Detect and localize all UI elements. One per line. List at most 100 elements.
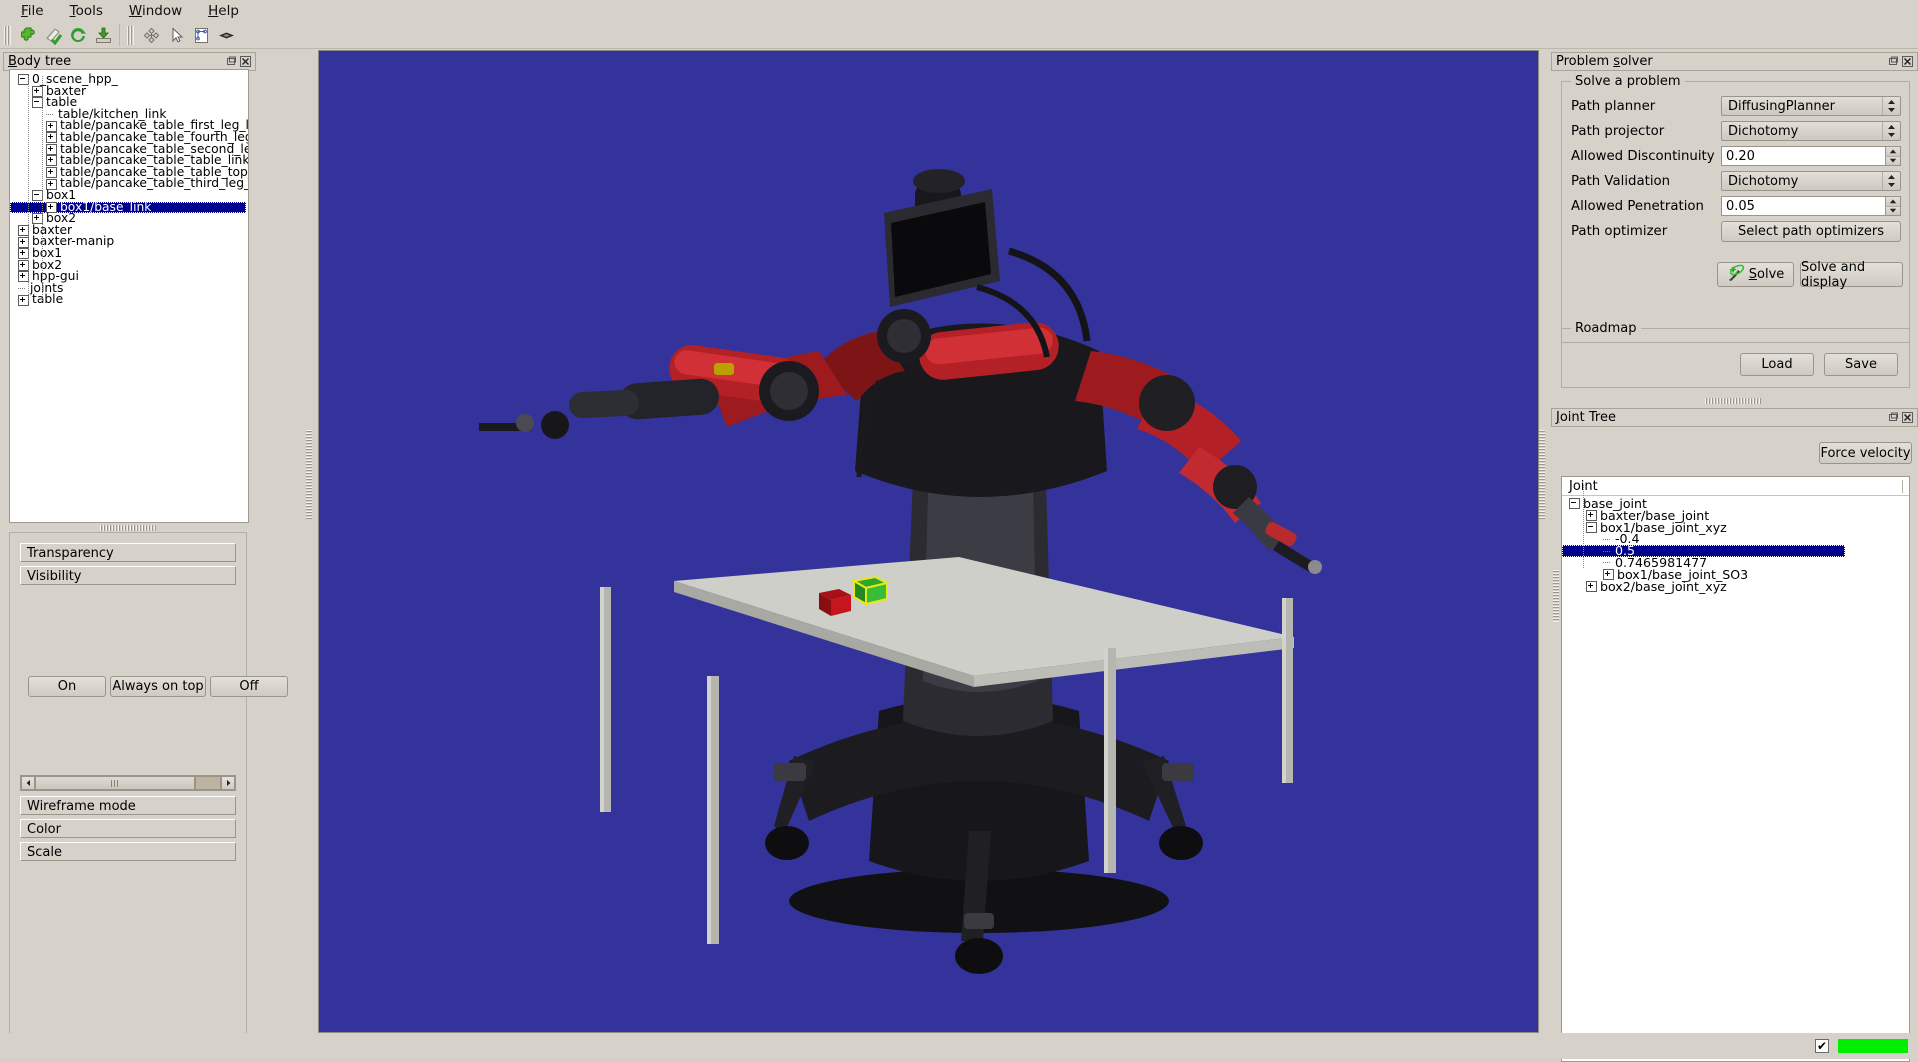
expand-icon[interactable] <box>46 132 57 144</box>
chevron-updown-icon[interactable] <box>1882 172 1900 190</box>
status-bar: ✔ <box>0 1033 1918 1059</box>
menu-item-window[interactable]: Window <box>116 1 195 21</box>
refresh-check-icon[interactable] <box>42 24 65 47</box>
collapse-icon[interactable] <box>1586 521 1597 533</box>
path-projector-select[interactable]: Dichotomy <box>1721 121 1901 141</box>
collapse-icon[interactable] <box>1569 498 1580 510</box>
scroll-right-arrow-icon[interactable] <box>221 776 235 790</box>
scale-button[interactable]: Scale <box>20 842 236 861</box>
visibility-always-on-top-button[interactable]: Always on top <box>110 676 206 697</box>
column-resize-handle[interactable] <box>1902 479 1903 493</box>
color-button[interactable]: Color <box>20 819 236 838</box>
problem-solver-titlebar: Problem solver <box>1551 52 1918 71</box>
application-window: File Tools Window Help Body tree 0_scene… <box>0 0 1918 1062</box>
visibility-off-button[interactable]: Off <box>210 676 288 697</box>
horizontal-scrollbar[interactable] <box>20 775 236 791</box>
expand-icon[interactable] <box>1586 510 1597 522</box>
toolbar <box>0 22 1918 49</box>
tree-leaf-icon <box>1603 547 1612 556</box>
tree-connector-line <box>28 76 29 301</box>
transparency-button[interactable]: Transparency <box>20 543 236 562</box>
plugin-icon[interactable] <box>17 24 40 47</box>
toolbar-grip[interactable] <box>4 25 11 45</box>
allowed-penetration-input[interactable]: 0.05 <box>1721 196 1901 216</box>
float-icon[interactable] <box>1888 56 1899 67</box>
scrollbar-thumb[interactable] <box>195 776 221 790</box>
roadmap-load-button[interactable]: Load <box>1740 353 1814 376</box>
lens-icon[interactable] <box>215 24 238 47</box>
solve-button[interactable]: Solve <box>1717 262 1794 287</box>
force-velocity-button[interactable]: Force velocity <box>1819 442 1912 464</box>
spinner-arrows-icon[interactable] <box>1885 197 1900 215</box>
menu-item-help[interactable]: Help <box>195 1 252 21</box>
green-box-object <box>851 575 890 606</box>
expand-icon[interactable] <box>46 143 57 155</box>
wireframe-mode-button[interactable]: Wireframe mode <box>20 796 236 815</box>
right-dock: Problem solver Solve a problem Path plan… <box>1545 50 1918 1062</box>
scrollbar-track[interactable] <box>35 776 195 790</box>
path-planner-value: DiffusingPlanner <box>1728 98 1835 114</box>
scene-render <box>319 51 1538 1032</box>
joint-column-header[interactable]: Joint <box>1562 477 1909 496</box>
chevron-updown-icon[interactable] <box>1882 97 1900 115</box>
close-icon[interactable] <box>240 56 251 67</box>
spinner-arrows-icon[interactable] <box>1885 147 1900 165</box>
expand-icon[interactable] <box>46 167 57 179</box>
select-path-optimizers-button[interactable]: Select path optimizers <box>1721 221 1901 242</box>
tree-item-label: box2/base_joint_xyz <box>1600 578 1727 594</box>
left-dock-splitter[interactable] <box>306 430 312 520</box>
path-validation-label: Path Validation <box>1571 173 1671 189</box>
solve-button-label: Solve <box>1748 267 1785 282</box>
visibility-button[interactable]: Visibility <box>20 566 236 585</box>
3d-scene-viewport[interactable] <box>318 50 1539 1033</box>
transform-node-icon[interactable] <box>190 24 213 47</box>
path-optimizer-label: Path optimizer <box>1571 224 1668 239</box>
import-icon[interactable] <box>92 24 115 47</box>
move-tool-icon[interactable] <box>140 24 163 47</box>
allowed-penetration-value: 0.05 <box>1726 198 1755 214</box>
menu-bar: File Tools Window Help <box>0 0 1918 22</box>
solve-a-problem-group: Solve a problem Path planner DiffusingPl… <box>1561 74 1910 343</box>
body-properties-box: Transparency Visibility On Always on top… <box>9 532 288 1052</box>
tree-row[interactable]: box2/base_joint_xyz <box>1569 578 1909 594</box>
body-tree-view[interactable]: 0_scene_hpp_ baxter table table/kitchen_lin… <box>9 69 249 523</box>
joint-tree-splitter[interactable] <box>1553 570 1559 622</box>
reload-icon[interactable] <box>67 24 90 47</box>
chevron-updown-icon[interactable] <box>1882 122 1900 140</box>
roadmap-group: Roadmap Load Save <box>1561 321 1910 388</box>
select-cursor-icon[interactable] <box>165 24 188 47</box>
float-icon[interactable] <box>226 56 237 67</box>
left-panel-splitter[interactable] <box>9 524 247 531</box>
tree-row[interactable]: table <box>18 292 248 307</box>
float-icon[interactable] <box>1888 412 1899 423</box>
right-dock-splitter-2[interactable] <box>1705 398 1761 404</box>
close-icon[interactable] <box>1902 56 1913 67</box>
path-planner-select[interactable]: DiffusingPlanner <box>1721 96 1901 116</box>
visibility-on-button[interactable]: On <box>28 676 106 697</box>
allowed-discontinuity-input[interactable]: 0.20 <box>1721 146 1901 166</box>
tree-leaf-icon <box>1603 558 1612 567</box>
toolbar-grip-2[interactable] <box>127 25 134 45</box>
path-projector-label: Path projector <box>1571 123 1665 139</box>
tree-connector-line <box>42 76 43 301</box>
joint-tree-view[interactable]: Joint base_jointbaxter/base_jointbox1/ba… <box>1561 476 1910 1062</box>
expand-icon[interactable] <box>46 155 57 167</box>
body-tree-title: Body tree <box>8 54 72 69</box>
close-icon[interactable] <box>1902 412 1913 423</box>
menu-item-tools[interactable]: Tools <box>57 1 116 21</box>
path-validation-select[interactable]: Dichotomy <box>1721 171 1901 191</box>
splitter-handle <box>100 524 156 531</box>
allowed-discontinuity-label: Allowed Discontinuity <box>1571 148 1715 164</box>
scroll-left-arrow-icon[interactable] <box>21 776 35 790</box>
tree-leaf-icon <box>18 284 27 293</box>
expand-icon[interactable] <box>46 120 57 132</box>
expand-icon[interactable] <box>1586 580 1597 592</box>
solve-and-display-button[interactable]: Solve and display <box>1800 260 1903 290</box>
tree-leaf-icon <box>46 110 55 119</box>
status-checkbox[interactable]: ✔ <box>1815 1039 1829 1053</box>
body-tree-panel: Body tree 0_scene_hpp_ baxter table table/k… <box>0 50 288 1059</box>
tree-item-label: table <box>32 292 64 307</box>
problem-solver-title: Problem solver <box>1556 54 1653 69</box>
menu-item-file[interactable]: File <box>8 1 57 21</box>
roadmap-save-button[interactable]: Save <box>1824 353 1898 376</box>
